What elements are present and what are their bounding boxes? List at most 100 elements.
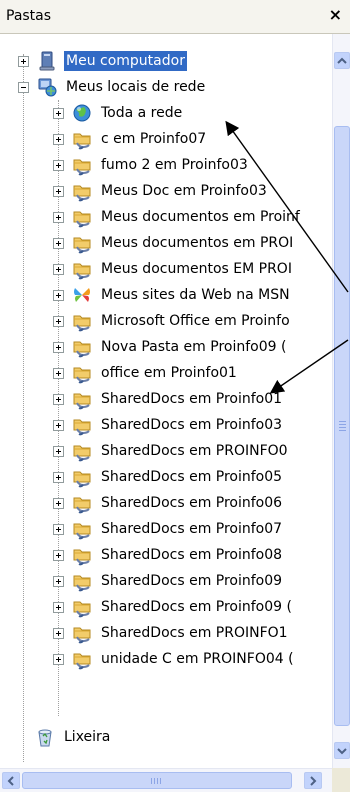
shared-folder-icon [71,622,93,644]
panel-header: Pastas × [0,0,350,34]
tree-item-network-share[interactable]: SharedDocs em Proinfo03 [53,412,284,438]
shared-folder-icon [71,310,93,332]
tree-item-network-share[interactable]: SharedDocs em PROINFO1 [53,620,290,646]
expand-icon[interactable] [53,289,64,301]
tree-item-network-share[interactable]: SharedDocs em PROINFO0 [53,438,290,464]
scroll-down-button[interactable] [334,742,350,759]
tree-item-label: Meus documentos em Proinf [101,209,300,225]
tree-item-label: c em Proinfo07 [101,131,207,147]
folder-tree: Meu computador Meus locais de rede Toda … [0,34,332,768]
expand-icon[interactable] [53,315,64,327]
tree-item-network-share[interactable]: fumo 2 em Proinfo03 [53,152,250,178]
collapse-icon[interactable] [18,81,29,93]
expand-icon[interactable] [53,445,64,457]
tree-item-network-share[interactable]: c em Proinfo07 [53,126,208,152]
network-globe-icon [71,102,93,124]
tree-item-label: SharedDocs em Proinfo03 [101,417,283,433]
shared-folder-icon [71,232,93,254]
chevron-up-icon [337,57,347,64]
expand-icon[interactable] [53,523,64,535]
expand-icon[interactable] [53,653,64,665]
tree-item-label: office em Proinfo01 [101,365,237,381]
network-places-icon [36,76,58,98]
expand-icon[interactable] [53,627,64,639]
expand-icon[interactable] [53,471,64,483]
expand-icon[interactable] [53,601,64,613]
tree-item-network-share[interactable]: SharedDocs em Proinfo05 [53,464,284,490]
recycle-bin-icon [34,726,56,748]
tree-item-network-share[interactable]: Meus documentos em Proinf [53,204,302,230]
shared-folder-icon [71,206,93,228]
horizontal-scroll-thumb[interactable] [22,772,292,789]
expand-icon[interactable] [53,419,64,431]
tree-item-label: SharedDocs em Proinfo09 [101,573,283,589]
tree-line [23,54,24,762]
chevron-left-icon [7,775,14,786]
expand-icon[interactable] [53,575,64,587]
tree-item-label: SharedDocs em Proinfo01 [101,391,283,407]
vertical-scrollbar[interactable] [332,34,350,768]
tree-item-label: Microsoft Office em Proinfo [101,313,290,329]
tree-item-label: Meus documentos em PROI [101,235,294,251]
tree-item-label: Meus Doc em Proinfo03 [101,183,267,199]
expand-icon[interactable] [53,185,64,197]
expand-icon[interactable] [53,549,64,561]
expand-icon[interactable] [18,55,29,67]
shared-folder-icon [71,128,93,150]
panel-title: Pastas [6,8,52,24]
tree-item-label: SharedDocs em Proinfo08 [101,547,283,563]
tree-item-label: Meu computador [64,51,187,71]
tree-item-network-share[interactable]: SharedDocs em Proinfo07 [53,516,284,542]
tree-item-meu-computador[interactable]: Meu computador [18,48,187,74]
scroll-left-button[interactable] [2,772,20,789]
shared-folder-icon [71,180,93,202]
shared-folder-icon [71,596,93,618]
tree-item-label: SharedDocs em PROINFO0 [101,443,288,459]
expand-icon[interactable] [53,393,64,405]
close-icon[interactable]: × [329,5,342,24]
tree-item-label: fumo 2 em Proinfo03 [101,157,248,173]
expand-icon[interactable] [53,237,64,249]
scroll-up-button[interactable] [334,52,350,69]
scroll-right-button[interactable] [304,772,322,789]
horizontal-scrollbar[interactable] [0,768,332,792]
shared-folder-icon [71,518,93,540]
tree-item-network-share[interactable]: Meus documentos EM PROI [53,256,294,282]
tree-item-label: SharedDocs em Proinfo09 ( [101,599,292,615]
tree-item-label: SharedDocs em Proinfo07 [101,521,283,537]
expand-icon[interactable] [53,497,64,509]
expand-icon[interactable] [53,133,64,145]
tree-item-label: Meus documentos EM PROI [101,261,292,277]
vertical-scroll-thumb[interactable] [334,126,350,726]
shared-folder-icon [71,258,93,280]
expand-icon[interactable] [53,341,64,353]
tree-item-network-share[interactable]: office em Proinfo01 [53,360,239,386]
shared-folder-icon [71,336,93,358]
shared-folder-icon [71,648,93,670]
tree-item-label: unidade C em PROINFO04 ( [101,651,294,667]
tree-item-network-share[interactable]: Meus documentos em PROI [53,230,295,256]
tree-item-meus-locais-de-rede[interactable]: Meus locais de rede [18,74,207,100]
tree-item-network-share[interactable]: SharedDocs em Proinfo09 ( [53,594,294,620]
scrollbar-corner [332,768,350,792]
tree-item-lixeira[interactable]: Lixeira [34,724,112,750]
tree-item-network-share[interactable]: unidade C em PROINFO04 ( [53,646,296,672]
tree-item-network-share[interactable]: Meus sites da Web na MSN [53,282,292,308]
expand-icon[interactable] [53,159,64,171]
shared-folder-icon [71,414,93,436]
tree-item-label: SharedDocs em Proinfo06 [101,495,283,511]
expand-icon[interactable] [53,107,64,119]
tree-item-network-share[interactable]: Microsoft Office em Proinfo [53,308,292,334]
tree-item-network-share[interactable]: SharedDocs em Proinfo01 [53,386,284,412]
chevron-right-icon [310,775,317,786]
tree-item-network-share[interactable]: Toda a rede [53,100,184,126]
expand-icon[interactable] [53,263,64,275]
shared-folder-icon [71,388,93,410]
expand-icon[interactable] [53,211,64,223]
expand-icon[interactable] [53,367,64,379]
tree-item-network-share[interactable]: Meus Doc em Proinfo03 [53,178,269,204]
tree-item-network-share[interactable]: SharedDocs em Proinfo06 [53,490,284,516]
tree-item-network-share[interactable]: SharedDocs em Proinfo08 [53,542,284,568]
tree-item-network-share[interactable]: Nova Pasta em Proinfo09 ( [53,334,288,360]
tree-item-network-share[interactable]: SharedDocs em Proinfo09 [53,568,284,594]
